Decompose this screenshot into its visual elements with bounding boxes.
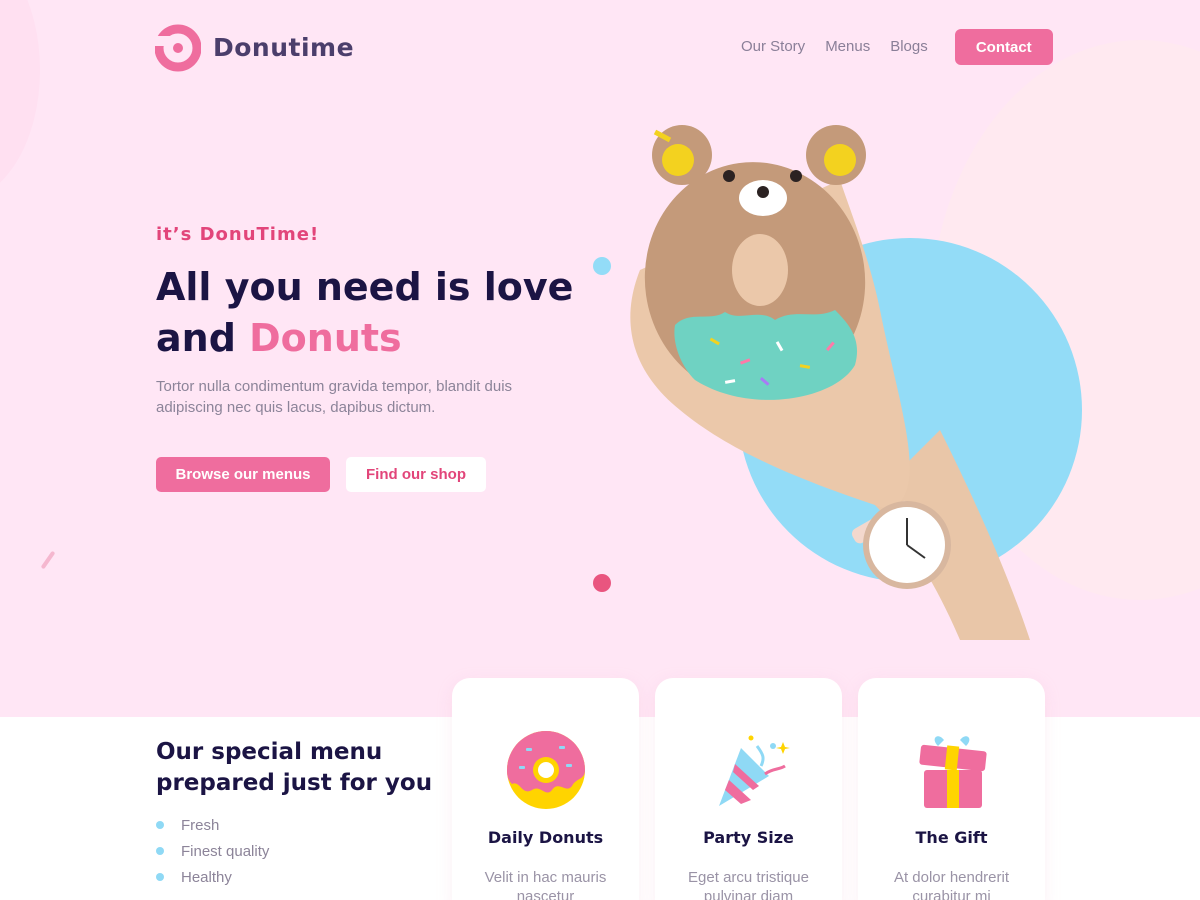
list-item: Fresh	[156, 812, 269, 838]
contact-button[interactable]: Contact	[954, 29, 1053, 65]
nav-link-our-story[interactable]: Our Story	[741, 29, 805, 65]
nav-link-menus[interactable]: Menus	[825, 29, 870, 65]
brand-name: Donutime	[213, 32, 355, 62]
hero-tagline: it’s DonuTime!	[156, 224, 320, 245]
gift-icon	[918, 736, 987, 808]
headline-accent: Donuts	[249, 316, 402, 360]
feature-label: Healthy	[181, 868, 232, 886]
card-the-gift[interactable]: The Gift At dolor hendrerit curabitur mi	[858, 678, 1045, 900]
feature-label: Fresh	[181, 816, 220, 834]
card-party-size[interactable]: Party Size Eget arcu tristique pulvinar …	[655, 678, 842, 900]
card-title: The Gift	[915, 828, 988, 847]
donut-icon	[506, 731, 585, 809]
card-description: Velit in hac mauris nascetur	[484, 869, 607, 900]
list-item: Finest quality	[156, 838, 269, 864]
bullet-dot	[156, 873, 164, 881]
hero-headline: All you need is love and Donuts	[156, 262, 576, 364]
hero-donut-image	[630, 125, 1082, 640]
list-item: Healthy	[156, 864, 269, 890]
headline-line-2: and	[156, 316, 250, 360]
menu-section-heading: Our special menu prepared just for you	[156, 739, 433, 796]
browse-menus-button[interactable]: Browse our menus	[156, 457, 330, 492]
card-description: Eget arcu tristique pulvinar diam	[688, 869, 809, 900]
nav-link-blogs[interactable]: Blogs	[890, 29, 928, 65]
bullet-dot	[156, 847, 164, 855]
headline-line-1: All you need is love	[156, 265, 574, 309]
feature-list: Fresh Finest quality Healthy	[156, 812, 269, 890]
card-title: Party Size	[703, 828, 794, 847]
brand-logo[interactable]: Donutime	[155, 22, 354, 72]
hero-description: Tortor nulla condimentum gravida tempor,…	[156, 378, 513, 416]
card-title: Daily Donuts	[487, 828, 604, 847]
main-nav: Our Story Menus Blogs Contact	[741, 29, 1053, 65]
decorative-blob	[0, 0, 40, 200]
feature-label: Finest quality	[181, 842, 270, 860]
card-daily-donuts[interactable]: Daily Donuts Velit in hac mauris nascetu…	[452, 678, 639, 900]
donut-logo-icon	[155, 24, 201, 72]
card-description: At dolor hendrerit curabitur mi	[893, 869, 1010, 900]
find-shop-button[interactable]: Find our shop	[346, 457, 486, 492]
bullet-dot	[156, 821, 164, 829]
party-popper-icon	[718, 735, 790, 806]
